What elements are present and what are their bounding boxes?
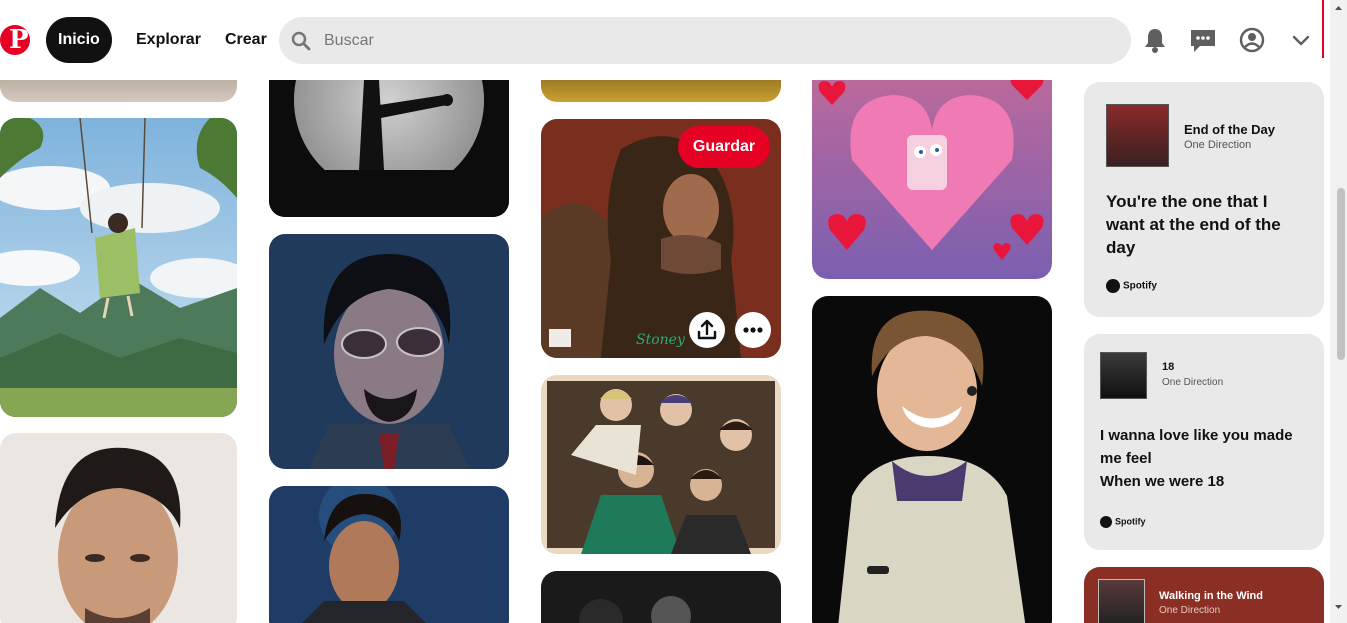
pinterest-logo[interactable]: P xyxy=(0,25,30,55)
save-button[interactable]: Guardar xyxy=(678,126,770,168)
pin-group-photo[interactable] xyxy=(541,375,781,554)
logo-letter: P xyxy=(9,25,29,55)
nav-create[interactable]: Crear xyxy=(213,17,279,63)
spotify-logo: Spotify xyxy=(1106,279,1157,293)
pin-portrait-man-sunglasses[interactable] xyxy=(269,234,509,469)
search-bar[interactable]: Buscar xyxy=(279,17,1131,64)
share-button[interactable] xyxy=(689,312,725,348)
album-signature: Stoney xyxy=(636,332,686,348)
search-icon xyxy=(291,31,311,51)
scroll-up-icon[interactable] xyxy=(1330,2,1347,14)
lyric-text: I wanna love like you made me feel When … xyxy=(1100,427,1293,490)
lyric-text: You're the one that I want at the end of… xyxy=(1106,192,1281,257)
nav-explore[interactable]: Explorar xyxy=(124,17,213,63)
spotify-card-end-of-the-day[interactable]: End of the Day One Direction You're the … xyxy=(1084,82,1324,317)
spotify-logo: Spotify xyxy=(1100,516,1146,528)
pin-dark-partial[interactable] xyxy=(541,571,781,623)
album-cover xyxy=(1106,104,1169,167)
scrollbar-thumb[interactable] xyxy=(1337,188,1345,360)
pin-swing-painting[interactable] xyxy=(0,118,237,417)
messages-icon[interactable] xyxy=(1188,25,1218,55)
song-title: End of the Day xyxy=(1184,122,1276,137)
song-title: Walking in the Wind xyxy=(1159,590,1263,602)
pin-singer-microphone[interactable] xyxy=(812,296,1052,623)
pin-portrait-man-2[interactable] xyxy=(269,486,509,623)
spotify-icon xyxy=(1100,516,1112,528)
album-cover xyxy=(1098,579,1145,623)
artist-name: One Direction xyxy=(1159,605,1221,616)
more-icon xyxy=(743,327,763,333)
pinterest-home: Stoney Guardar End of the Day One Direct… xyxy=(0,0,1347,623)
spotify-brand: Spotify xyxy=(1123,280,1157,292)
song-title: 18 xyxy=(1162,361,1175,373)
spotify-card-walking-in-the-wind[interactable]: Walking in the Wind One Direction xyxy=(1084,567,1324,623)
pin-moon-silhouette[interactable] xyxy=(269,60,509,217)
spotify-icon xyxy=(1106,279,1120,293)
account-icon[interactable] xyxy=(1237,25,1267,55)
header-edge-accent xyxy=(1322,0,1324,58)
artist-name: One Direction xyxy=(1184,139,1252,151)
spotify-brand: Spotify xyxy=(1115,516,1146,527)
share-icon xyxy=(697,319,717,340)
nav-home[interactable]: Inicio xyxy=(46,17,112,63)
scroll-down-icon[interactable] xyxy=(1330,601,1347,613)
more-options-button[interactable] xyxy=(735,312,771,348)
top-nav-bar: P Inicio Explorar Crear Buscar xyxy=(0,0,1330,80)
spotify-card-18[interactable]: 18 One Direction I wanna love like you m… xyxy=(1084,334,1324,550)
chevron-down-icon[interactable] xyxy=(1286,25,1316,55)
pin-portrait-man-1[interactable] xyxy=(0,433,237,623)
artist-name: One Direction xyxy=(1162,377,1224,388)
notifications-icon[interactable] xyxy=(1140,25,1170,55)
search-placeholder: Buscar xyxy=(324,32,374,49)
album-cover xyxy=(1100,352,1147,399)
pin-spongebob-hearts[interactable] xyxy=(812,60,1052,279)
